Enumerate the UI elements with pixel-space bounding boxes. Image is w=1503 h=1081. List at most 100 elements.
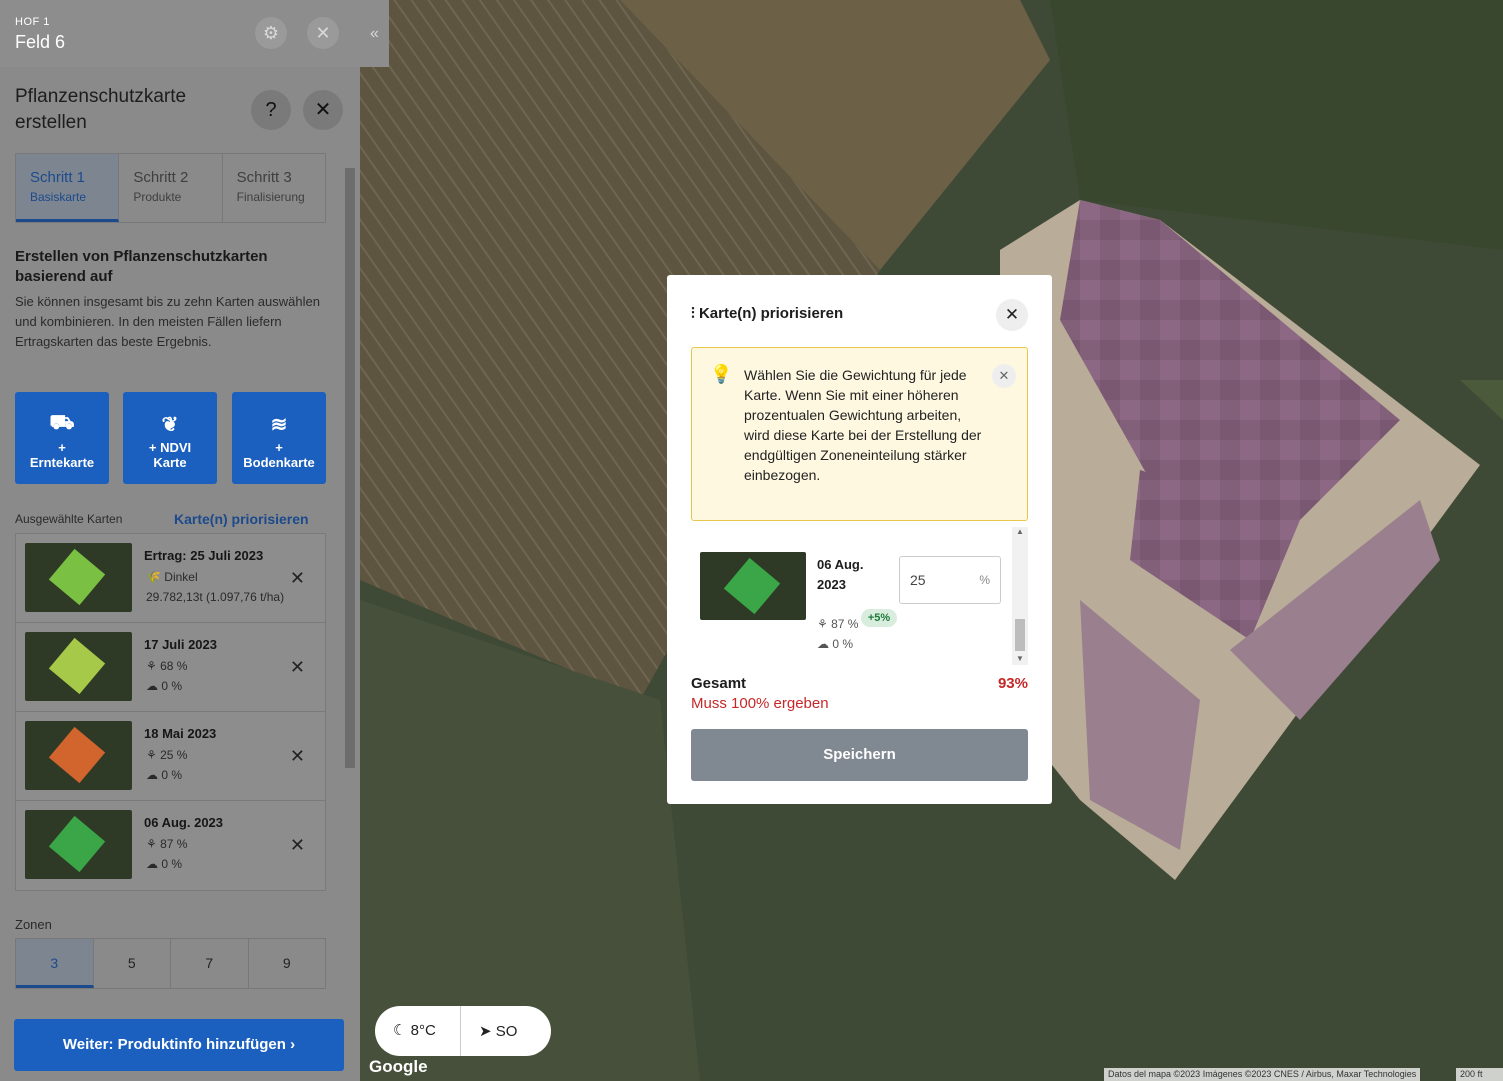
- zones-selector: 3 5 7 9: [15, 938, 326, 989]
- step-sub: Produkte: [133, 190, 182, 204]
- dialog-title-text: Karte(n) priorisieren: [698, 305, 844, 322]
- close-icon[interactable]: ✕: [996, 299, 1028, 331]
- cloud-value: ☁ 0 %: [146, 679, 183, 693]
- button-plus: +: [275, 440, 283, 455]
- tab-step-1[interactable]: Schritt 1 Basiskarte: [16, 154, 120, 222]
- remove-map-icon[interactable]: ✕: [290, 835, 305, 856]
- section-description: Sie können insgesamt bis zu zehn Karten …: [15, 294, 320, 349]
- next-product-info-button[interactable]: Weiter: Produktinfo hinzufügen ›: [14, 1019, 344, 1071]
- panel-scrollbar[interactable]: [343, 153, 357, 1003]
- remove-map-icon[interactable]: ✕: [290, 568, 305, 589]
- total-error: Muss 100% ergeben: [691, 695, 829, 712]
- weather-widget[interactable]: ☾ 8°C ➤ SO: [375, 1006, 551, 1056]
- panel-title: Pflanzenschutzkarte erstellen: [15, 86, 187, 133]
- yield-value: 29.782,13t (1.097,76 t/ha): [146, 590, 285, 604]
- zone-option-7[interactable]: 7: [171, 939, 249, 988]
- sprout-icon: ❦: [161, 414, 179, 436]
- scroll-down-icon[interactable]: ▼: [1016, 654, 1024, 663]
- scrollbar-thumb[interactable]: [345, 168, 355, 768]
- map-thumbnail: [25, 721, 132, 790]
- next-button-label: Weiter: Produktinfo hinzufügen: [62, 1036, 286, 1053]
- total-label: Gesamt: [691, 675, 747, 692]
- side-panel: Pflanzenschutzkarte erstellen ? ✕ Schrit…: [0, 67, 360, 1081]
- button-label: Bodenkarte: [243, 455, 315, 470]
- map-attribution: Datos del mapa ©2023 Imágenes ©2023 CNES…: [1104, 1068, 1421, 1081]
- sort-icon: ⫶: [691, 305, 695, 322]
- button-plus: + NDVI: [148, 440, 192, 455]
- moon-icon: ☾: [393, 1022, 407, 1039]
- cloud-text: 0 %: [832, 637, 854, 651]
- weight-input[interactable]: 25 %: [899, 556, 1001, 604]
- ndvi-text: 87 %: [831, 617, 859, 631]
- ndvi-text: 87 %: [160, 837, 188, 851]
- map-title: 17 Juli 2023: [144, 637, 217, 652]
- map-title: 06 Aug. 2023: [144, 815, 224, 830]
- zone-option-9[interactable]: 9: [249, 939, 326, 988]
- dialog-title: ⫶ Karte(n) priorisieren: [691, 305, 843, 322]
- cloud-text: 0 %: [161, 679, 183, 693]
- scroll-up-icon[interactable]: ▲: [1016, 527, 1024, 536]
- scrollbar-thumb[interactable]: [1015, 619, 1025, 651]
- selected-maps-label: Ausgewählte Karten: [15, 512, 123, 526]
- cloud-text: 0 %: [161, 857, 183, 871]
- field-name: Feld 6: [15, 32, 66, 52]
- add-soil-map-button[interactable]: ≋ + Bodenkarte: [232, 392, 326, 484]
- close-icon[interactable]: ✕: [303, 90, 343, 130]
- info-tip: 💡 Wählen Sie die Gewichtung für jede Kar…: [691, 347, 1028, 521]
- remove-map-icon[interactable]: ✕: [290, 746, 305, 767]
- map-thumbnail: [700, 552, 806, 620]
- soil-waves-icon: ≋: [270, 414, 288, 436]
- close-icon[interactable]: ✕: [307, 17, 339, 49]
- ndvi-value: ⚘ 68 %: [146, 659, 188, 673]
- ndvi-text: 25 %: [160, 748, 188, 762]
- weighted-map-item: 06 Aug. 2023 25 % ⚘ 87 % +5% ☁ 0 %: [691, 527, 1028, 664]
- cloud-value: ☁ 0 %: [817, 637, 854, 651]
- double-chevron-left-icon[interactable]: «: [360, 0, 389, 67]
- gear-icon[interactable]: ⚙: [255, 17, 287, 49]
- button-label: Erntekarte: [29, 455, 95, 470]
- google-logo: Google: [369, 1057, 428, 1076]
- temperature: ☾ 8°C: [375, 1006, 461, 1056]
- step-sub: Basiskarte: [30, 190, 87, 204]
- zones-label: Zonen: [15, 917, 52, 932]
- tab-step-2[interactable]: Schritt 2 Produkte: [119, 154, 223, 222]
- cloud-value: ☁ 0 %: [146, 857, 183, 871]
- dialog-scrollbar[interactable]: ▲ ▼: [1012, 527, 1028, 665]
- zone-option-3[interactable]: 3: [16, 939, 94, 988]
- add-ndvi-map-button[interactable]: ❦ + NDVI Karte: [123, 392, 217, 484]
- zone-option-5[interactable]: 5: [94, 939, 171, 988]
- selected-maps-list: Ertrag: 25 Juli 2023 🌾 Dinkel 29.782,13t…: [15, 533, 326, 891]
- add-harvest-map-button[interactable]: ⛟ + Erntekarte: [15, 392, 109, 484]
- list-item[interactable]: 06 Aug. 2023 ⚘ 87 % ☁ 0 % ✕: [16, 801, 325, 890]
- cloud-text: 0 %: [161, 768, 183, 782]
- map-thumbnail: [25, 632, 132, 701]
- section-title: Erstellen von Pflanzenschutzkarten basie…: [15, 248, 268, 285]
- step-label: Schritt 2: [133, 169, 189, 186]
- map-scale: 200 ft: [1456, 1068, 1503, 1081]
- prioritize-maps-link[interactable]: Karte(n) priorisieren: [174, 511, 309, 527]
- field-header: HOF 1 Feld 6 ⚙ ✕: [0, 0, 360, 67]
- step-tabs: Schritt 1 Basiskarte Schritt 2 Produkte …: [15, 153, 326, 223]
- ndvi-change-badge: +5%: [861, 609, 897, 627]
- save-button[interactable]: Speichern: [691, 729, 1028, 781]
- step-label: Schritt 1: [30, 169, 86, 186]
- step-label: Schritt 3: [236, 169, 292, 186]
- map-title: 18 Mai 2023: [144, 726, 217, 741]
- chevron-right-icon: ›: [290, 1036, 296, 1053]
- remove-map-icon[interactable]: ✕: [290, 657, 305, 678]
- wind-direction: SO: [495, 1023, 518, 1040]
- map-thumbnail: [25, 543, 132, 612]
- close-tip-icon[interactable]: ✕: [992, 364, 1016, 388]
- weight-unit: %: [979, 573, 990, 587]
- list-item[interactable]: Ertrag: 25 Juli 2023 🌾 Dinkel 29.782,13t…: [16, 534, 325, 623]
- weight-value: 25: [910, 572, 926, 588]
- list-item[interactable]: 18 Mai 2023 ⚘ 25 % ☁ 0 % ✕: [16, 712, 325, 801]
- help-icon[interactable]: ?: [251, 90, 291, 130]
- button-plus: +: [58, 440, 66, 455]
- map-thumbnail: [25, 810, 132, 879]
- cursor-arrow-icon: ➤: [479, 1023, 492, 1040]
- tab-step-3[interactable]: Schritt 3 Finalisierung: [223, 154, 325, 222]
- wind: ➤ SO: [461, 1022, 517, 1040]
- ndvi-value: ⚘ 87 %: [146, 837, 188, 851]
- list-item[interactable]: 17 Juli 2023 ⚘ 68 % ☁ 0 % ✕: [16, 623, 325, 712]
